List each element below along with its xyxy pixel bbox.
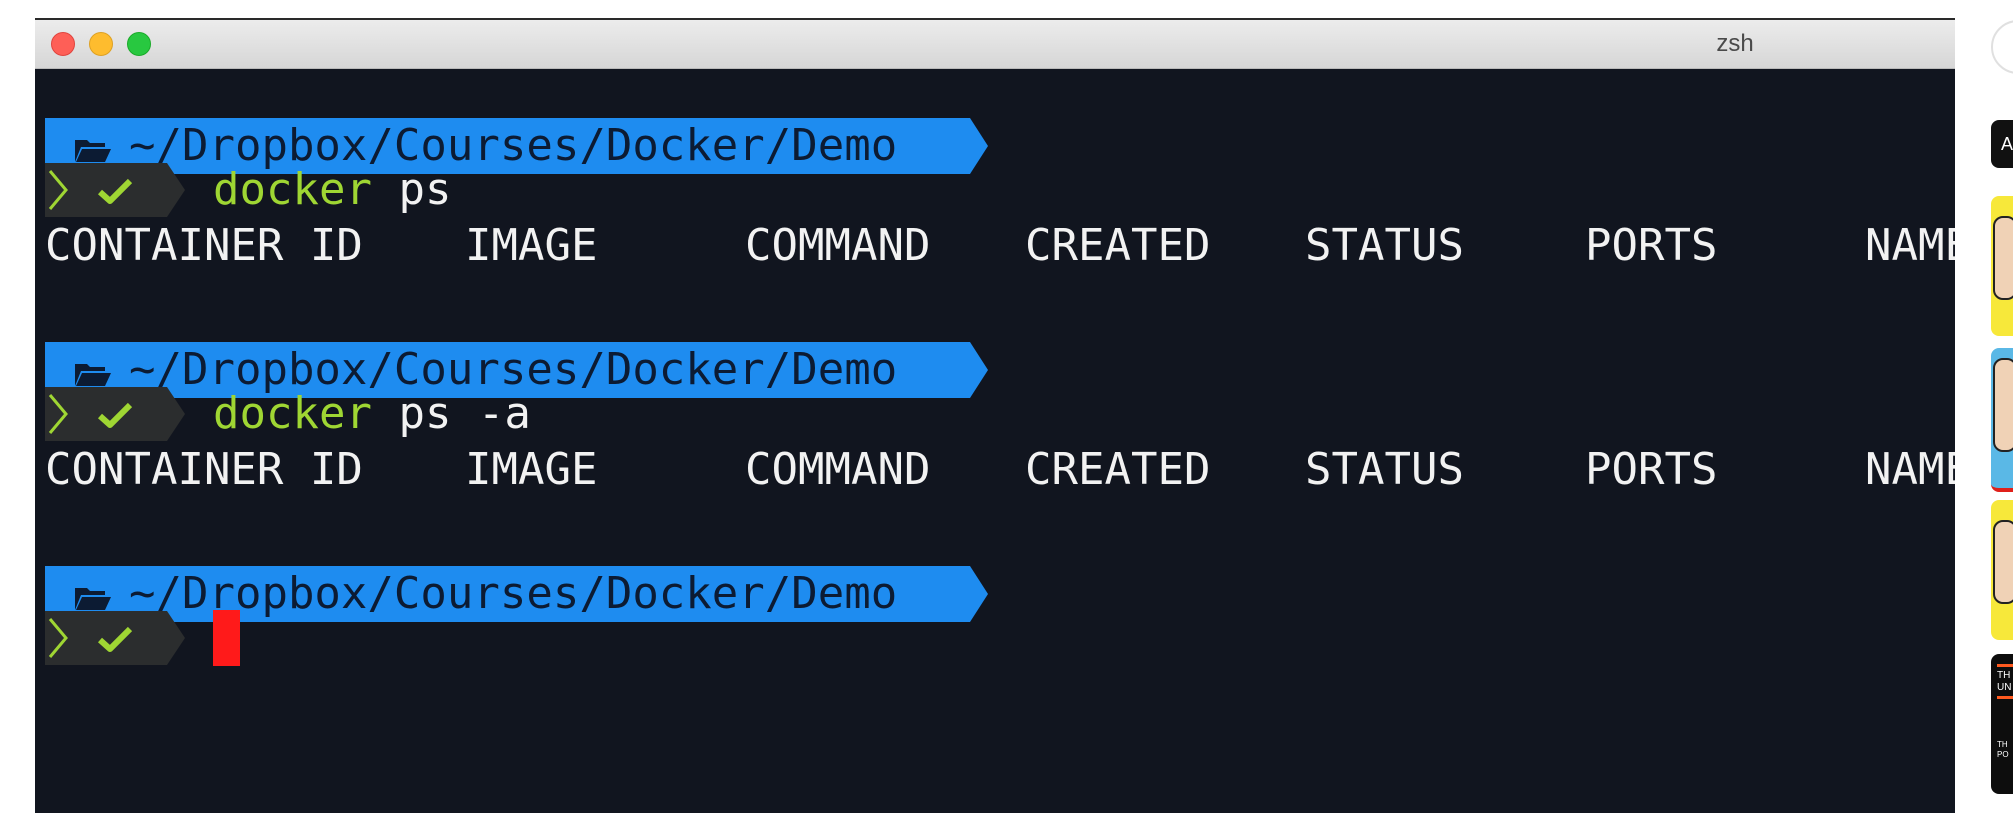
thumbnail-caption: UN bbox=[1997, 682, 2012, 693]
header-names: NAME bbox=[1865, 220, 1955, 271]
avatar-button[interactable] bbox=[1991, 20, 2013, 74]
checkmark-icon bbox=[97, 402, 133, 428]
prompt-status-arrow bbox=[167, 611, 185, 665]
header-container-id: CONTAINER ID bbox=[45, 220, 363, 271]
header-image: IMAGE bbox=[465, 220, 598, 271]
prompt-status-segment bbox=[45, 163, 167, 217]
header-container-id: CONTAINER ID bbox=[45, 444, 363, 495]
checkmark-icon bbox=[97, 178, 133, 204]
table-header-row: CONTAINER ID IMAGE COMMAND CREATED STATU… bbox=[45, 218, 1955, 274]
side-panel: A TH UN TH PO bbox=[1955, 0, 2013, 813]
header-ports: PORTS bbox=[1585, 444, 1718, 495]
video-thumbnail[interactable] bbox=[1991, 348, 2013, 492]
maximize-window-button[interactable] bbox=[127, 32, 151, 56]
terminal-output[interactable]: ~/Dropbox/Courses/Docker/Demo docker ps … bbox=[35, 68, 1955, 813]
terminal-window: zsh ~/Dropbox/Courses/Docker/Demo docker… bbox=[35, 18, 1955, 813]
command-line: docker ps bbox=[213, 163, 451, 217]
folder-open-icon bbox=[75, 588, 111, 610]
window-title: zsh bbox=[1716, 30, 1754, 57]
table-header-row: CONTAINER ID IMAGE COMMAND CREATED STATU… bbox=[45, 442, 1955, 498]
prompt-path-arrow bbox=[970, 342, 988, 398]
chevron-right-icon bbox=[48, 394, 68, 434]
thumbnail-image bbox=[1993, 520, 2013, 604]
video-thumbnail[interactable]: TH UN TH PO bbox=[1991, 654, 2013, 794]
command-line: docker ps -a bbox=[213, 387, 531, 441]
command-name: docker bbox=[213, 388, 372, 439]
header-created: CREATED bbox=[1025, 220, 1211, 271]
prompt-status-arrow bbox=[167, 387, 185, 441]
prompt-path-arrow bbox=[970, 566, 988, 622]
header-command: COMMAND bbox=[745, 444, 931, 495]
terminal-cursor[interactable] bbox=[213, 610, 240, 666]
close-window-button[interactable] bbox=[51, 32, 75, 56]
thumbnail-caption: TH bbox=[1997, 740, 2008, 749]
command-name: docker bbox=[213, 164, 372, 215]
chevron-right-icon bbox=[48, 618, 68, 658]
thumbnail-caption: TH bbox=[1997, 670, 2011, 681]
command-args: ps -a bbox=[398, 388, 531, 439]
screen: zsh ~/Dropbox/Courses/Docker/Demo docker… bbox=[0, 0, 2013, 813]
checkmark-icon bbox=[97, 626, 133, 652]
title-bar[interactable]: zsh bbox=[35, 20, 1955, 69]
header-image: IMAGE bbox=[465, 444, 598, 495]
minimize-window-button[interactable] bbox=[89, 32, 113, 56]
thumbnail-caption: PO bbox=[1997, 750, 2009, 759]
thumbnail-accent bbox=[1997, 664, 2013, 667]
header-created: CREATED bbox=[1025, 444, 1211, 495]
video-thumbnail[interactable] bbox=[1991, 500, 2013, 640]
thumbnail-accent bbox=[1997, 696, 2013, 699]
prompt-status-arrow bbox=[167, 163, 185, 217]
header-names: NAME bbox=[1865, 444, 1955, 495]
prompt-path-arrow bbox=[970, 118, 988, 174]
header-status: STATUS bbox=[1305, 220, 1464, 271]
header-command: COMMAND bbox=[745, 220, 931, 271]
header-ports: PORTS bbox=[1585, 220, 1718, 271]
video-thumbnail[interactable] bbox=[1991, 196, 2013, 336]
thumbnail-image bbox=[1993, 358, 2013, 452]
thumbnail-image bbox=[1993, 216, 2013, 300]
prompt-status-segment bbox=[45, 387, 167, 441]
prompt-path: ~/Dropbox/Courses/Docker/Demo bbox=[129, 568, 898, 619]
prompt-status-segment bbox=[45, 611, 167, 665]
folder-open-icon bbox=[75, 140, 111, 162]
command-args: ps bbox=[398, 164, 452, 215]
chevron-right-icon bbox=[48, 170, 68, 210]
header-status: STATUS bbox=[1305, 444, 1464, 495]
sidebar-label: A bbox=[2001, 134, 2013, 154]
sidebar-label-box[interactable]: A bbox=[1991, 120, 2013, 168]
folder-open-icon bbox=[75, 364, 111, 386]
